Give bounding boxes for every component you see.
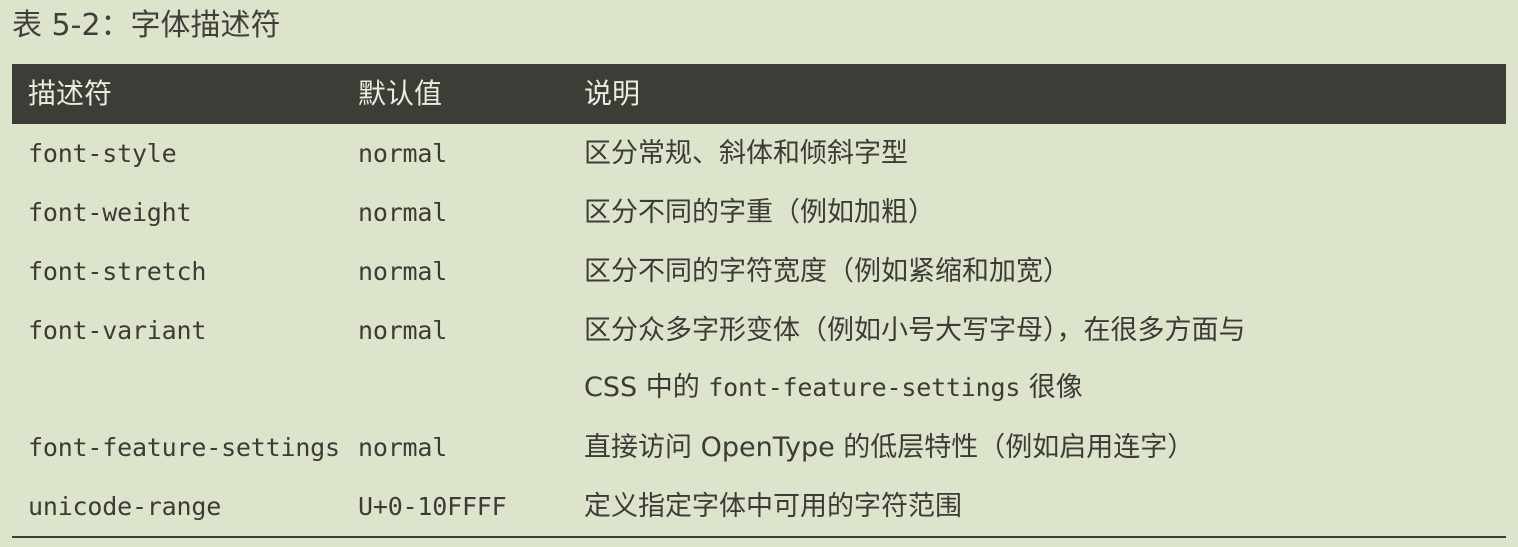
table-row: font-style normal 区分常规、斜体和倾斜字型 [12, 124, 1506, 183]
default-value-cell: U+0-10FFFF [358, 492, 507, 521]
inline-code: font-feature-settings [708, 373, 1021, 402]
table-header-row: 描述符 默认值 说明 [12, 64, 1506, 124]
description-cell: 区分众多字形变体（例如小号大写字母），在很多方面与 [584, 315, 1246, 346]
table-bottom-rule [12, 536, 1506, 538]
descriptor-cell: font-weight [28, 198, 192, 227]
description-cell: 区分不同的字重（例如加粗） [584, 197, 935, 228]
table-row: font-stretch normal 区分不同的字符宽度（例如紧缩和加宽） [12, 242, 1506, 301]
descriptor-cell: font-variant [28, 316, 207, 345]
description-cell: 区分不同的字符宽度（例如紧缩和加宽） [584, 256, 1070, 287]
table-row: font-variant normal 区分众多字形变体（例如小号大写字母），在… [12, 301, 1506, 418]
table-row: font-weight normal 区分不同的字重（例如加粗） [12, 183, 1506, 242]
description-cell: 区分常规、斜体和倾斜字型 [584, 138, 908, 169]
description-text: 很像 [1020, 372, 1083, 403]
header-default-value: 默认值 [358, 77, 443, 110]
description-cell-continuation: CSS 中的 font-feature-settings 很像 [584, 359, 1083, 417]
default-value-cell: normal [358, 316, 448, 345]
default-value-cell: normal [358, 257, 448, 286]
header-descriptor: 描述符 [28, 77, 113, 110]
description-cell: 直接访问 OpenType 的低层特性（例如启用连字） [584, 432, 1195, 463]
table-caption: 表 5-2：字体描述符 [12, 8, 281, 43]
descriptor-cell: font-stretch [28, 257, 207, 286]
font-descriptors-table: 描述符 默认值 说明 font-style normal 区分常规、斜体和倾斜字… [12, 64, 1506, 538]
default-value-cell: normal [358, 433, 448, 462]
description-text: CSS 中的 [584, 372, 709, 403]
description-cell: 定义指定字体中可用的字符范围 [584, 491, 962, 522]
default-value-cell: normal [358, 139, 448, 168]
descriptor-cell: unicode-range [28, 492, 222, 521]
table-row: unicode-range U+0-10FFFF 定义指定字体中可用的字符范围 [12, 477, 1506, 536]
default-value-cell: normal [358, 198, 448, 227]
header-description: 说明 [584, 77, 641, 110]
table-row: font-feature-settings normal 直接访问 OpenTy… [12, 418, 1506, 477]
descriptor-cell: font-feature-settings [28, 433, 340, 462]
descriptor-cell: font-style [28, 139, 177, 168]
